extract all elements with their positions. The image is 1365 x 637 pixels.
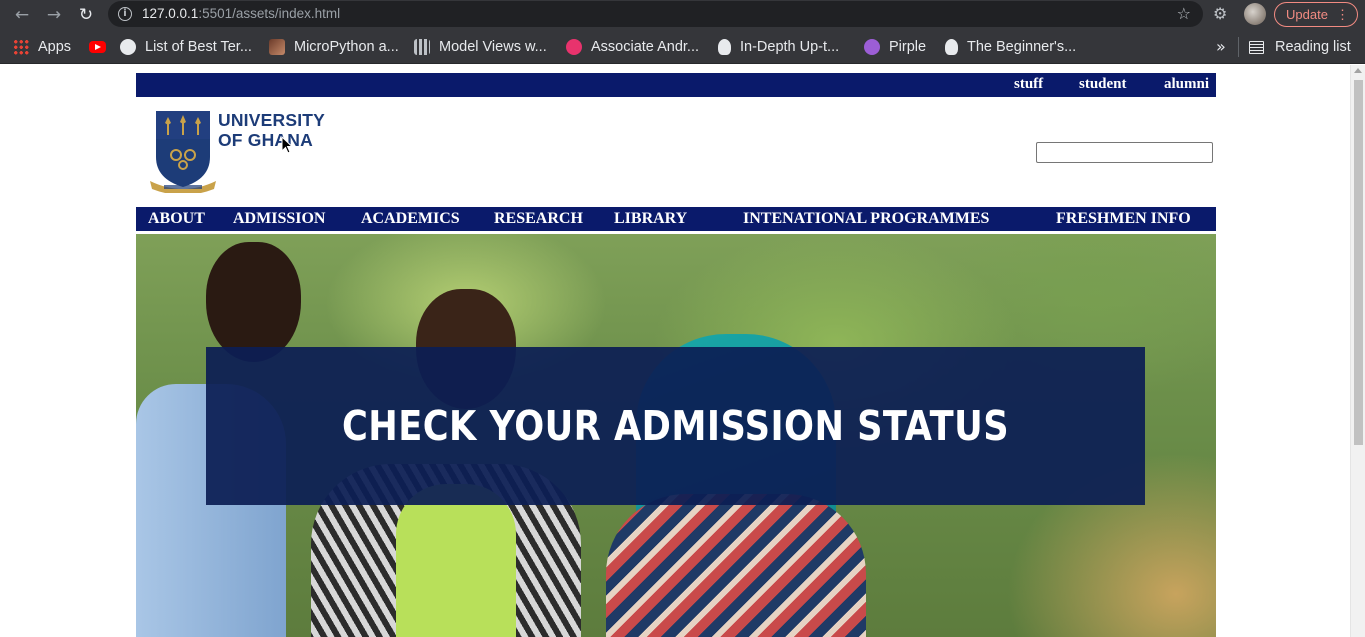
nav-admission[interactable]: ADMISSION xyxy=(233,210,325,228)
nav-research[interactable]: RESEARCH xyxy=(494,210,583,228)
bookmark-favicon xyxy=(864,39,880,55)
bookmark-favicon xyxy=(269,39,285,55)
topbar-link-alumni[interactable]: alumni xyxy=(1164,76,1209,93)
bookmark-favicon xyxy=(566,39,582,55)
site-info-icon[interactable]: i xyxy=(118,7,132,21)
main-navigation: ABOUT ADMISSION ACADEMICS RESEARCH LIBRA… xyxy=(136,207,1216,231)
nav-freshmen-info[interactable]: FRESHMEN INFO xyxy=(1056,210,1191,228)
nav-library[interactable]: LIBRARY xyxy=(614,210,687,228)
address-bar[interactable]: i 127.0.0.1:5501/assets/index.html ☆ xyxy=(108,1,1203,27)
menu-dots-icon: ⋮ xyxy=(1336,7,1349,22)
bookmark-item[interactable]: Model Views w... xyxy=(414,37,547,57)
nav-international-programmes[interactable]: INTENATIONAL PROGRAMMES xyxy=(743,210,989,228)
bookmark-item[interactable]: The Beginner's... xyxy=(945,37,1076,57)
bookmarks-bar: Apps List of Best Ter... MicroPython a..… xyxy=(0,29,1365,64)
bookmark-favicon xyxy=(120,39,136,55)
update-button[interactable]: Update ⋮ xyxy=(1274,2,1358,27)
site-search-input[interactable] xyxy=(1036,142,1213,163)
reload-icon[interactable]: ↻ xyxy=(75,4,97,26)
admission-status-banner[interactable]: CHECK YOUR ADMISSION STATUS xyxy=(206,347,1145,505)
bookmark-favicon xyxy=(414,39,430,55)
university-wordmark[interactable]: UNIVERSITY OF GHANA xyxy=(218,110,325,150)
hero-person-right xyxy=(606,494,866,637)
url-text[interactable]: 127.0.0.1:5501/assets/index.html xyxy=(142,6,340,21)
forward-arrow-icon[interactable]: → xyxy=(43,4,65,26)
topbar-link-stuff[interactable]: stuff xyxy=(1014,76,1043,93)
back-arrow-icon[interactable]: ← xyxy=(11,4,33,26)
page-viewport: stuff student alumni UNIVERSITY OF GHANA… xyxy=(0,65,1365,637)
scroll-up-arrow-icon[interactable] xyxy=(1354,68,1362,73)
bookmark-item[interactable]: MicroPython a... xyxy=(269,37,399,57)
scrollbar-thumb[interactable] xyxy=(1354,80,1363,445)
bookmark-favicon xyxy=(945,39,958,55)
profile-avatar[interactable] xyxy=(1244,3,1266,25)
hero-person-center-top xyxy=(396,484,516,637)
page-scrollbar[interactable] xyxy=(1350,65,1365,637)
extensions-puzzle-icon[interactable]: ⚙ xyxy=(1213,4,1227,23)
top-utility-bar: stuff student alumni xyxy=(136,73,1216,97)
bookmark-star-icon[interactable]: ☆ xyxy=(1177,4,1191,23)
hero-person-left-head xyxy=(206,242,301,362)
bookmark-apps[interactable]: Apps xyxy=(13,37,71,57)
reading-list-button[interactable]: Reading list xyxy=(1249,37,1351,57)
apps-grid-icon xyxy=(13,39,29,55)
bookmark-item[interactable]: Associate Andr... xyxy=(566,37,699,57)
bookmark-favicon xyxy=(718,39,731,55)
nav-academics[interactable]: ACADEMICS xyxy=(361,210,460,228)
mouse-cursor-icon xyxy=(281,136,294,154)
reading-list-icon xyxy=(1249,40,1264,54)
bookmark-item[interactable]: In-Depth Up-t... xyxy=(718,37,839,57)
youtube-icon xyxy=(89,41,106,53)
bookmark-item[interactable]: List of Best Ter... xyxy=(120,37,252,57)
browser-toolbar: ← → ↻ i 127.0.0.1:5501/assets/index.html… xyxy=(0,0,1365,29)
bookmark-item[interactable]: Pirple xyxy=(864,37,926,57)
bookmark-youtube[interactable] xyxy=(89,37,115,57)
bookmarks-divider xyxy=(1238,37,1239,57)
hero-image: CHECK YOUR ADMISSION STATUS xyxy=(136,234,1216,637)
more-bookmarks-chevron-icon[interactable]: » xyxy=(1216,37,1226,56)
nav-about[interactable]: ABOUT xyxy=(148,210,205,228)
topbar-link-student[interactable]: student xyxy=(1079,76,1127,93)
